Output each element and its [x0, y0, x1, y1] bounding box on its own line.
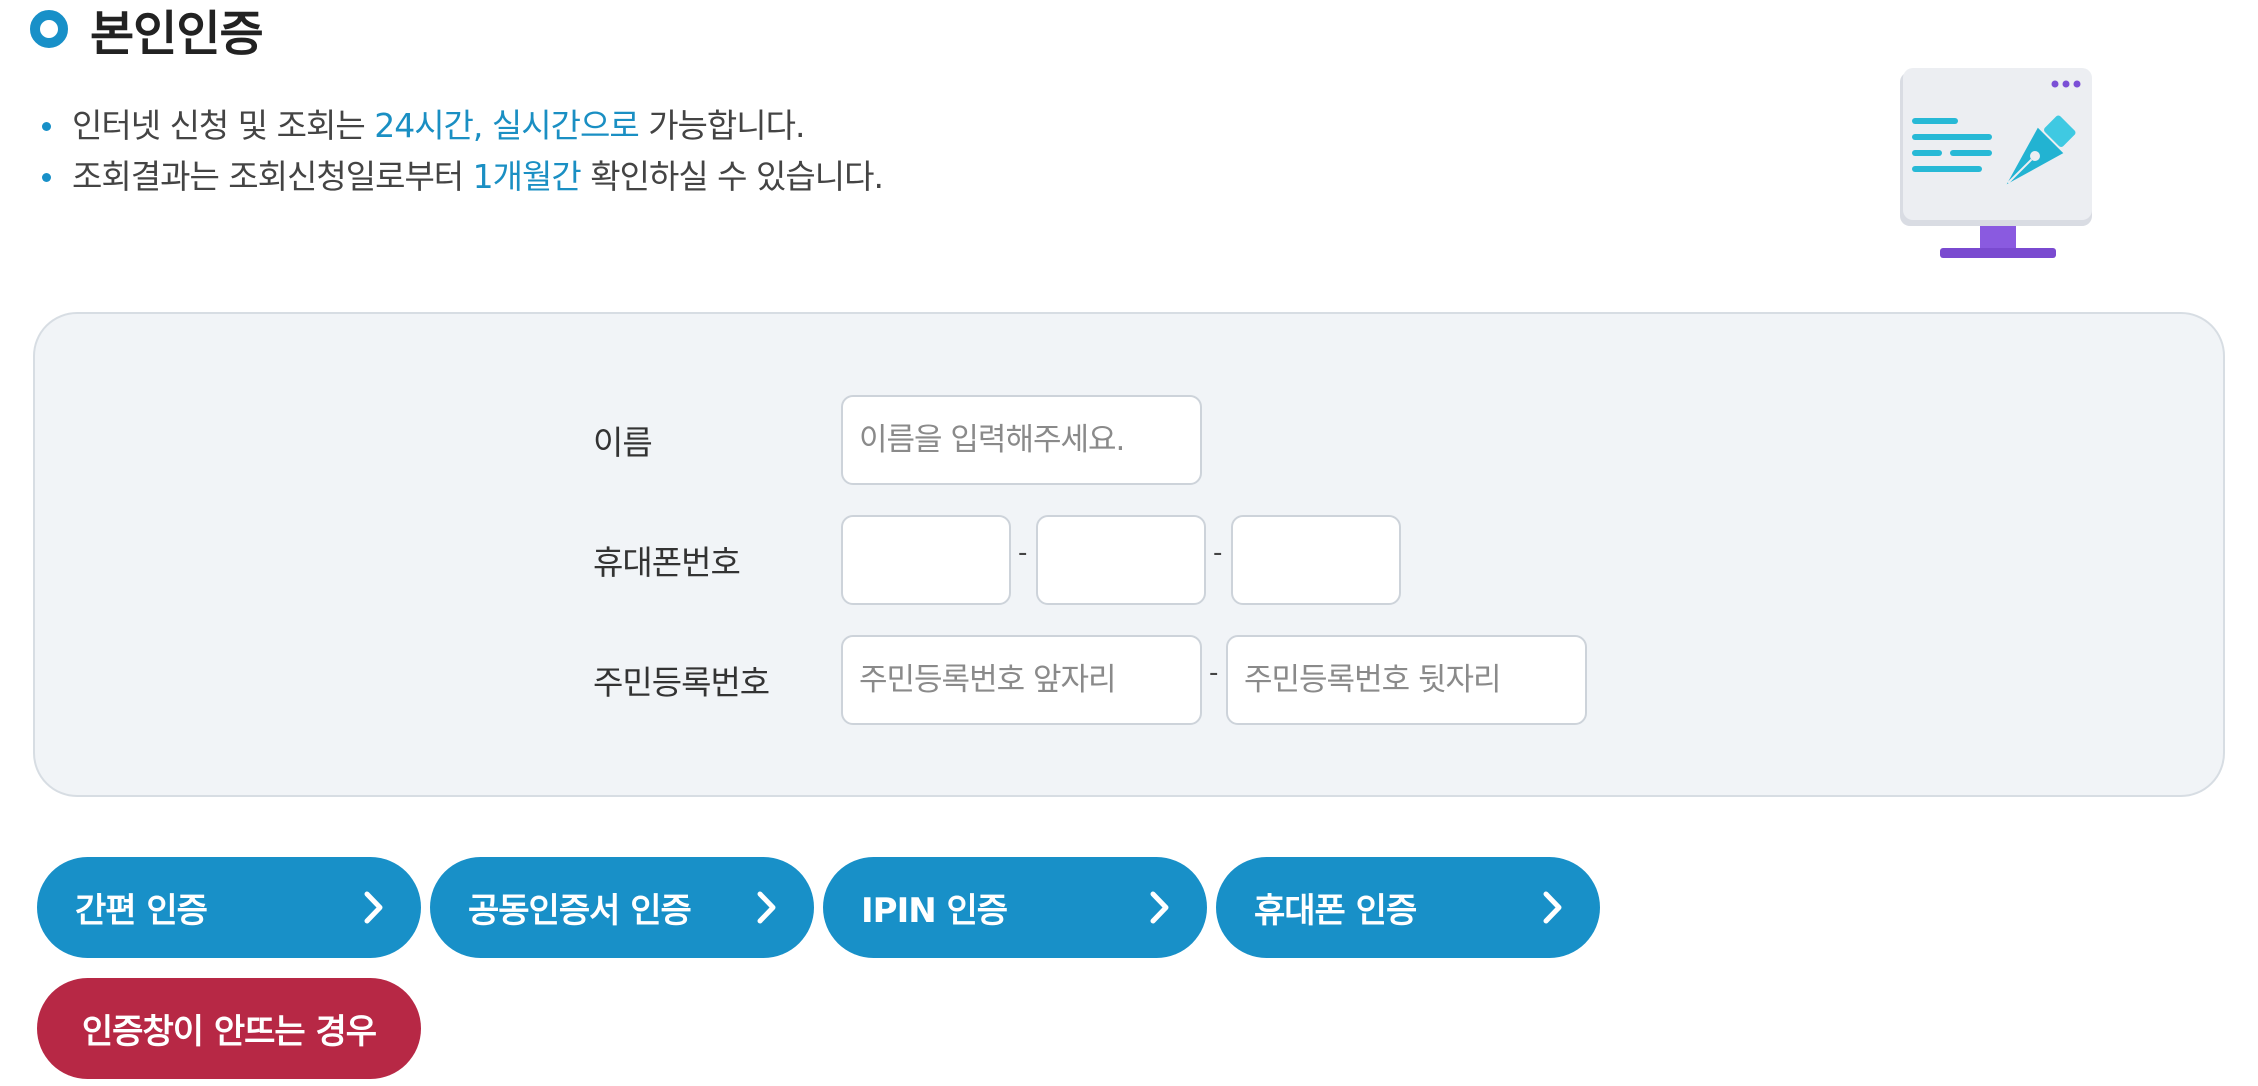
- section-header: 본인인증: [30, 0, 264, 62]
- certificate-auth-button[interactable]: 공동인증서 인증: [430, 857, 814, 958]
- chevron-right-icon: [364, 891, 383, 924]
- phone-part3-input[interactable]: [1231, 515, 1401, 605]
- notice-item: 조회결과는 조회신청일로부터 1개월간 확인하실 수 있습니다.: [42, 151, 884, 202]
- name-label: 이름: [593, 423, 653, 462]
- rrn-separator: -: [1209, 658, 1219, 688]
- simple-auth-button[interactable]: 간편 인증: [37, 857, 421, 958]
- monitor-pen-illustration: [1900, 68, 2092, 258]
- identity-form-panel: 이름 휴대폰번호 - - 주민등록번호 -: [33, 312, 2225, 797]
- button-label: 공동인증서 인증: [468, 891, 692, 931]
- rrn-front-input[interactable]: [841, 635, 1202, 725]
- rrn-label: 주민등록번호: [593, 663, 770, 702]
- notice-text: 가능합니다.: [638, 106, 805, 145]
- rrn-back-input[interactable]: [1226, 635, 1587, 725]
- bullet-icon: [42, 122, 51, 131]
- notice-list: 인터넷 신청 및 조회는 24시간, 실시간으로 가능합니다. 조회결과는 조회…: [42, 100, 884, 202]
- ring-icon: [30, 10, 68, 48]
- notice-text: 인터넷 신청 및 조회는: [72, 106, 375, 145]
- button-label: 간편 인증: [75, 891, 208, 931]
- button-label: IPIN 인증: [861, 891, 1008, 931]
- notice-item: 인터넷 신청 및 조회는 24시간, 실시간으로 가능합니다.: [42, 100, 883, 151]
- button-label: 휴대폰 인증: [1254, 891, 1417, 931]
- bullet-icon: [42, 173, 51, 182]
- page-title: 본인인증: [90, 6, 264, 62]
- phone-separator: -: [1018, 538, 1028, 568]
- phone-part2-input[interactable]: [1036, 515, 1206, 605]
- notice-text: 확인하실 수 있습니다.: [580, 157, 884, 196]
- phone-label: 휴대폰번호: [593, 543, 741, 582]
- name-input[interactable]: [841, 395, 1202, 485]
- notice-highlight: 24시간, 실시간으로: [374, 106, 639, 145]
- phone-auth-button[interactable]: 휴대폰 인증: [1216, 857, 1600, 958]
- auth-popup-help-button[interactable]: 인증창이 안뜨는 경우: [37, 978, 421, 1079]
- chevron-right-icon: [1150, 891, 1169, 924]
- chevron-right-icon: [757, 891, 776, 924]
- chevron-right-icon: [1543, 891, 1562, 924]
- ipin-auth-button[interactable]: IPIN 인증: [823, 857, 1207, 958]
- notice-text: 조회결과는 조회신청일로부터: [72, 157, 473, 196]
- phone-separator: -: [1213, 538, 1223, 568]
- phone-part1-input[interactable]: [841, 515, 1011, 605]
- notice-highlight: 1개월간: [472, 157, 582, 196]
